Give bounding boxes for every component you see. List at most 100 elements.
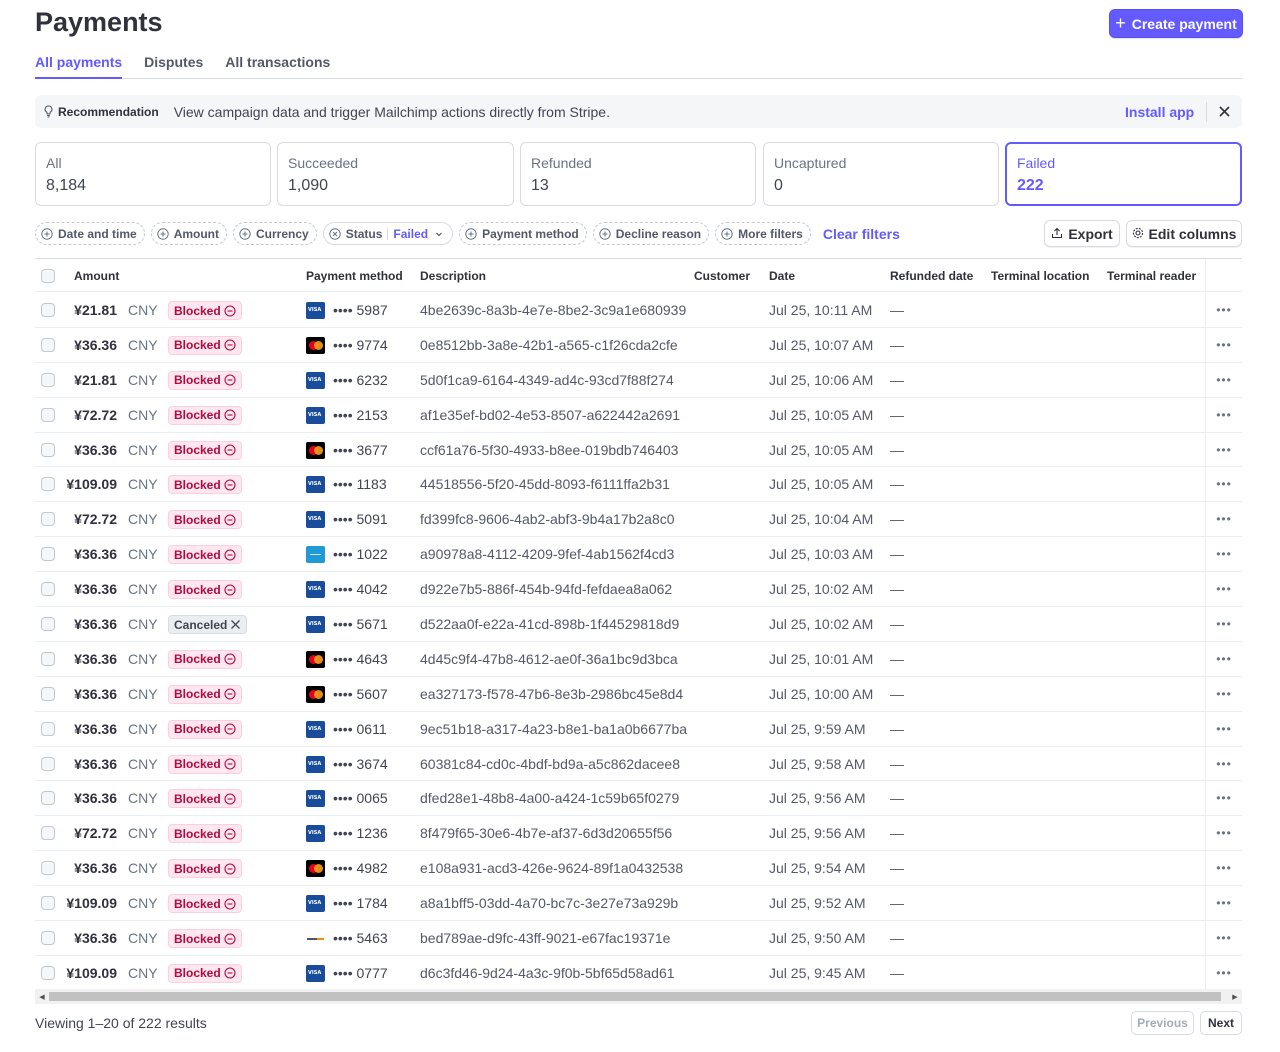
table-row[interactable]: ¥21.81 CNY Blocked •••• 5987 4be2639c-8a… bbox=[35, 293, 1242, 328]
select-all-checkbox[interactable] bbox=[41, 269, 55, 283]
row-more-actions-icon[interactable]: ••• bbox=[1205, 502, 1242, 537]
table-row[interactable]: ¥36.36 CNY Canceled •••• 5671 d522aa0f-e… bbox=[35, 607, 1242, 642]
table-row[interactable]: ¥109.09 CNY Blocked •••• 0777 d6c3fd46-9… bbox=[35, 955, 1242, 991]
status-card-refunded[interactable]: Refunded 13 bbox=[520, 142, 756, 206]
row-description: d6c3fd46-9d24-4a3c-9f0b-5bf65d58ad61 bbox=[420, 964, 675, 981]
x-circle-icon[interactable] bbox=[329, 227, 341, 240]
table-row[interactable]: ¥72.72 CNY Blocked •••• 1236 8f479f65-30… bbox=[35, 816, 1242, 852]
row-more-actions-icon[interactable]: ••• bbox=[1205, 711, 1242, 746]
previous-button[interactable]: Previous bbox=[1131, 1011, 1194, 1035]
filter-decline-reason[interactable]: Decline reason bbox=[592, 222, 710, 245]
row-more-actions-icon[interactable]: ••• bbox=[1205, 921, 1242, 956]
row-more-actions-icon[interactable]: ••• bbox=[1205, 607, 1242, 642]
next-button[interactable]: Next bbox=[1200, 1011, 1242, 1035]
row-more-actions-icon[interactable]: ••• bbox=[1205, 955, 1242, 990]
row-description: 9ec51b18-a317-4a23-b8e1-ba1a0b6677ba bbox=[420, 720, 688, 737]
row-date: Jul 25, 9:52 AM bbox=[769, 895, 866, 912]
row-more-actions-icon[interactable]: ••• bbox=[1205, 537, 1242, 572]
column-date[interactable]: Date bbox=[769, 269, 795, 283]
table-row[interactable]: ¥36.36 CNY Blocked •••• 3677 ccf61a76-5f… bbox=[35, 432, 1242, 468]
row-amount: ¥72.72 bbox=[74, 825, 117, 842]
row-card-last4: •••• 5987 bbox=[333, 302, 388, 318]
table-row[interactable]: ¥109.09 CNY Blocked •••• 1784 a8a1bff5-0… bbox=[35, 886, 1242, 922]
filter-status[interactable]: Status Failed bbox=[322, 222, 454, 245]
row-card-last4: •••• 2153 bbox=[333, 406, 388, 423]
status-card-all[interactable]: All 8,184 bbox=[35, 142, 271, 206]
status-badge: Blocked bbox=[168, 894, 242, 914]
blocked-icon bbox=[224, 793, 236, 805]
filter-date-and-time[interactable]: Date and time bbox=[35, 222, 145, 245]
plus-circle-icon bbox=[599, 227, 611, 240]
row-refunded-date: — bbox=[890, 441, 904, 458]
scroll-left-icon[interactable]: ◀ bbox=[38, 992, 46, 1001]
tab-all-transactions[interactable]: All transactions bbox=[225, 52, 330, 79]
filter-payment-method[interactable]: Payment method bbox=[459, 222, 587, 245]
column-amount[interactable]: Amount bbox=[74, 269, 119, 283]
row-more-actions-icon[interactable]: ••• bbox=[1205, 362, 1242, 397]
row-more-actions-icon[interactable]: ••• bbox=[1205, 572, 1242, 607]
table-row[interactable]: ¥36.36 CNY Blocked •••• 4982 e108a931-ac… bbox=[35, 851, 1242, 887]
column-refunded-date[interactable]: Refunded date bbox=[890, 269, 973, 283]
filter-currency[interactable]: Currency bbox=[233, 222, 317, 245]
column-terminal-reader[interactable]: Terminal reader bbox=[1107, 269, 1196, 283]
column-terminal-location[interactable]: Terminal location bbox=[991, 269, 1089, 283]
status-badge-label: Blocked bbox=[174, 582, 221, 597]
filter-more-filters[interactable]: More filters bbox=[715, 222, 811, 245]
row-more-actions-icon[interactable]: ••• bbox=[1205, 432, 1242, 467]
clear-filters-link[interactable]: Clear filters bbox=[823, 226, 900, 242]
status-card-failed[interactable]: Failed 222 bbox=[1005, 142, 1242, 206]
row-more-actions-icon[interactable]: ••• bbox=[1205, 781, 1242, 816]
table-row[interactable]: ¥36.36 CNY Blocked •••• 3674 60381c84-cd… bbox=[35, 746, 1242, 782]
tab-disputes[interactable]: Disputes bbox=[144, 52, 203, 79]
table-row[interactable]: ¥72.72 CNY Blocked •••• 2153 af1e35ef-bd… bbox=[35, 397, 1242, 433]
status-card-uncaptured[interactable]: Uncaptured 0 bbox=[763, 142, 999, 206]
table-row[interactable]: ¥72.72 CNY Blocked •••• 5091 fd399fc8-96… bbox=[35, 502, 1242, 538]
row-currency: CNY bbox=[128, 930, 158, 947]
horizontal-scrollbar[interactable]: ◀ ▶ bbox=[35, 989, 1242, 1004]
plus-icon: + bbox=[1115, 12, 1126, 33]
table-row[interactable]: ¥36.36 CNY Blocked •••• 0611 9ec51b18-a3… bbox=[35, 711, 1242, 747]
row-more-actions-icon[interactable]: ••• bbox=[1205, 816, 1242, 851]
create-payment-button[interactable]: + Create payment bbox=[1109, 9, 1243, 38]
table-row[interactable]: ¥36.36 CNY Blocked •••• 0065 dfed28e1-48… bbox=[35, 781, 1242, 817]
row-currency: CNY bbox=[128, 441, 158, 458]
status-card-succeeded[interactable]: Succeeded 1,090 bbox=[277, 142, 514, 206]
export-label: Export bbox=[1068, 225, 1113, 242]
table-row[interactable]: ¥36.36 CNY Blocked •••• 1022 a90978a8-41… bbox=[35, 537, 1242, 573]
table-row[interactable]: ¥21.81 CNY Blocked •••• 6232 5d0f1ca9-61… bbox=[35, 362, 1242, 398]
table-row[interactable]: ¥109.09 CNY Blocked •••• 1183 44518556-5… bbox=[35, 467, 1242, 503]
column-payment-method[interactable]: Payment method bbox=[306, 269, 403, 283]
column-customer[interactable]: Customer bbox=[694, 269, 750, 283]
tab-all-payments[interactable]: All payments bbox=[35, 52, 123, 79]
column-description[interactable]: Description bbox=[420, 269, 486, 283]
filter-amount[interactable]: Amount bbox=[150, 222, 228, 245]
row-more-actions-icon[interactable]: ••• bbox=[1205, 676, 1242, 711]
table-row[interactable]: ¥36.36 CNY Blocked •••• 9774 0e8512bb-3a… bbox=[35, 327, 1242, 363]
install-app-link[interactable]: Install app bbox=[1125, 104, 1194, 120]
row-more-actions-icon[interactable]: ••• bbox=[1205, 851, 1242, 886]
status-card-label: Refunded bbox=[531, 155, 592, 171]
row-more-actions-icon[interactable]: ••• bbox=[1205, 397, 1242, 432]
row-more-actions-icon[interactable]: ••• bbox=[1205, 293, 1242, 327]
table-row[interactable]: ¥36.36 CNY Blocked •••• 4643 4d45c9f4-47… bbox=[35, 641, 1242, 677]
row-currency: CNY bbox=[128, 546, 158, 563]
close-icon[interactable] bbox=[1217, 101, 1231, 121]
visa-card-icon bbox=[306, 371, 325, 389]
row-more-actions-icon[interactable]: ••• bbox=[1205, 886, 1242, 921]
status-badge: Blocked bbox=[168, 580, 242, 600]
row-card-last4: •••• 0065 bbox=[333, 790, 388, 807]
row-more-actions-icon[interactable]: ••• bbox=[1205, 327, 1242, 362]
table-row[interactable]: ¥36.36 CNY Blocked •••• 5607 ea327173-f5… bbox=[35, 676, 1242, 712]
mastercard-card-icon bbox=[306, 860, 325, 878]
row-more-actions-icon[interactable]: ••• bbox=[1205, 746, 1242, 781]
row-more-actions-icon[interactable]: ••• bbox=[1205, 641, 1242, 676]
scrollbar-thumb[interactable] bbox=[49, 992, 1221, 1001]
export-button[interactable]: Export bbox=[1044, 220, 1120, 247]
table-row[interactable]: ¥36.36 CNY Blocked •••• 5463 bed789ae-d9… bbox=[35, 921, 1242, 956]
row-date: Jul 25, 10:05 AM bbox=[769, 441, 874, 458]
table-row[interactable]: ¥36.36 CNY Blocked •••• 4042 d922e7b5-88… bbox=[35, 572, 1242, 608]
edit-columns-button[interactable]: Edit columns bbox=[1126, 220, 1242, 247]
visa-card-icon bbox=[306, 581, 325, 599]
row-more-actions-icon[interactable]: ••• bbox=[1205, 467, 1242, 502]
scroll-right-icon[interactable]: ▶ bbox=[1231, 992, 1239, 1001]
